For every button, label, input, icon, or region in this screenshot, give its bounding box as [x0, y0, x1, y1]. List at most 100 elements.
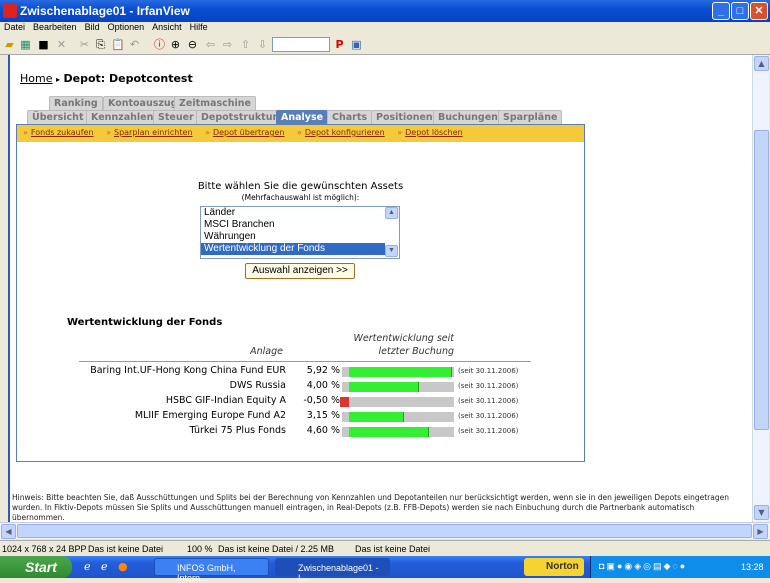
first-icon[interactable]: ⇧ [239, 38, 252, 51]
quicklaunch-firefox-icon[interactable]: ● [118, 560, 128, 573]
performance-bar-track [342, 412, 454, 422]
status-zoom: 100 % [187, 544, 213, 554]
scroll-thumb[interactable] [754, 130, 769, 430]
since-date: (seit 30.11.2006) [458, 412, 519, 420]
save-icon[interactable]: ■ [37, 38, 50, 51]
image-view: Home ▸ Depot: Depotcontest Ranking Konto… [8, 55, 752, 522]
tab-buchungen[interactable]: Buchungen [433, 110, 503, 124]
open-icon[interactable]: ▰ [3, 38, 16, 51]
tab-steuer[interactable]: Steuer [153, 110, 199, 124]
action-bar: » Fonds zukaufen » Sparplan einrichten » De… [17, 125, 584, 142]
menu-bearbeiten[interactable]: Bearbeiten [33, 22, 77, 32]
fund-performance: 5,92 % [306, 365, 340, 376]
since-date: (seit 30.11.2006) [458, 427, 519, 435]
asset-listbox[interactable]: Länder MSCI Branchen Währungen Wertentwi… [200, 206, 400, 259]
zoom-in-icon[interactable]: ⊕ [169, 38, 182, 51]
asset-prompt: Bitte wählen Sie die gewünschten Assets [197, 181, 404, 192]
performance-bar [349, 412, 404, 422]
quicklaunch-ie2-icon[interactable]: ℯ [101, 560, 108, 573]
show-selection-button[interactable]: Auswahl anzeigen >> [245, 263, 355, 279]
toolbar: ▰ ▦ ■ ✕ ✂ ⎘ 📋 ↶ ⓘ ⊕ ⊖ ⇦ ⇨ ⇧ ⇩ P ▣ [0, 34, 770, 55]
maximize-button[interactable]: □ [731, 2, 749, 20]
list-option[interactable]: Länder [201, 207, 399, 219]
tab-sparplaene[interactable]: Sparpläne [498, 110, 563, 124]
list-option-selected[interactable]: Wertentwicklung der Fonds [201, 243, 385, 255]
scroll-down-icon[interactable]: ▼ [385, 245, 398, 257]
scroll-left-icon[interactable]: ◀ [1, 524, 16, 539]
fund-name: Baring Int.UF-Hong Kong China Fund EUR [90, 365, 286, 376]
table-row: MLIIF Emerging Europe Fund A2 3,15 % (se… [17, 410, 584, 425]
menu-bar: Datei Bearbeiten Bild Optionen Ansicht Hilfe [0, 22, 770, 34]
capture-icon[interactable]: ▣ [350, 38, 363, 51]
scroll-up-icon[interactable]: ▲ [385, 207, 398, 219]
fund-name: DWS Russia [229, 380, 286, 391]
cut-icon[interactable]: ✂ [78, 38, 91, 51]
menu-ansicht[interactable]: Ansicht [152, 22, 182, 32]
status-file-size: Das ist keine Datei / 2.25 MB [218, 544, 335, 554]
task-irfanview[interactable]: Zwischenablage01 - I... [275, 558, 390, 583]
next-icon[interactable]: ⇨ [221, 38, 234, 51]
scroll-up-icon[interactable]: ▲ [754, 56, 769, 71]
fund-name: Türkei 75 Plus Fonds [189, 425, 287, 436]
scroll-thumb[interactable] [17, 524, 752, 538]
horizontal-scrollbar[interactable]: ◀ ▶ [0, 522, 770, 539]
table-row: HSBC GIF-Indian Equity A -0,50 % (seit 3… [17, 395, 584, 410]
menu-optionen[interactable]: Optionen [108, 22, 145, 32]
action-sparplan-einrichten[interactable]: Sparplan einrichten [114, 128, 193, 137]
action-depot-uebertragen[interactable]: Depot übertragen [213, 128, 285, 137]
delete-icon[interactable]: ✕ [55, 38, 68, 51]
prev-icon[interactable]: ⇦ [204, 38, 217, 51]
performance-bar [349, 382, 419, 392]
start-button[interactable]: Start [0, 556, 72, 578]
last-icon[interactable]: ⇩ [256, 38, 269, 51]
tab-depotstruktur[interactable]: Depotstruktur [196, 110, 283, 124]
status-dimensions: 1024 x 768 x 24 BPP [2, 544, 87, 554]
tab-positionen[interactable]: Positionen [371, 110, 438, 124]
list-option[interactable]: MSCI Branchen [201, 219, 399, 231]
fund-performance: 4,60 % [306, 425, 340, 436]
vertical-scrollbar[interactable]: ▲ ▼ [752, 55, 769, 522]
tab-kennzahlen[interactable]: Kennzahlen [86, 110, 159, 124]
task-firefox[interactable]: INFOS GmbH, Intern... [154, 558, 269, 583]
asset-prompt-hint: (Mehrfachauswahl ist möglich): [241, 193, 360, 202]
info-icon[interactable]: ⓘ [153, 38, 166, 51]
tab-uebersicht[interactable]: Übersicht [27, 110, 89, 124]
listbox-scrollbar[interactable]: ▲ ▼ [385, 207, 399, 257]
action-depot-loeschen[interactable]: Depot löschen [405, 128, 462, 137]
tab-charts[interactable]: Charts [327, 110, 373, 124]
tab-kontoauszug[interactable]: Kontoauszug [103, 96, 183, 110]
toolbar-input[interactable] [272, 37, 330, 52]
copy-icon[interactable]: ⎘ [94, 38, 107, 51]
menu-hilfe[interactable]: Hilfe [190, 22, 208, 32]
menu-bild[interactable]: Bild [85, 22, 100, 32]
breadcrumb-home[interactable]: Home [20, 72, 52, 85]
notice-text: Hinweis: Bitte beachten Sie, daß Ausschü… [12, 493, 729, 522]
list-option[interactable]: Währungen [201, 231, 399, 243]
minimize-button[interactable]: _ [712, 2, 730, 20]
tab-ranking[interactable]: Ranking [49, 96, 103, 110]
performance-bar [349, 427, 430, 437]
action-fonds-zukaufen[interactable]: Fonds zukaufen [31, 128, 94, 137]
zoom-out-icon[interactable]: ⊖ [186, 38, 199, 51]
paste-icon[interactable]: 📋 [111, 38, 125, 51]
performance-bar [340, 397, 349, 407]
slideshow-icon[interactable]: ▦ [19, 38, 32, 51]
quicklaunch-ie-icon[interactable]: ℯ [84, 560, 91, 573]
menu-datei[interactable]: Datei [4, 22, 25, 32]
fund-performance: 3,15 % [306, 410, 340, 421]
table-row: DWS Russia 4,00 % (seit 30.11.2006) [17, 380, 584, 395]
scroll-down-icon[interactable]: ▼ [754, 505, 769, 520]
fund-performance: -0,50 % [303, 395, 340, 406]
scroll-right-icon[interactable]: ▶ [753, 524, 768, 539]
col-perf-header-2: letzter Buchung [378, 346, 454, 357]
col-asset-header: Anlage [250, 346, 283, 357]
tray-icons[interactable]: ◘▣●◉◈◎▤◆◌● [599, 561, 687, 572]
undo-icon[interactable]: ↶ [128, 38, 141, 51]
norton-button[interactable]: Norton [524, 558, 584, 576]
since-date: (seit 30.11.2006) [458, 397, 519, 405]
tab-analyse[interactable]: Analyse [276, 110, 329, 124]
action-depot-konfigurieren[interactable]: Depot konfigurieren [305, 128, 385, 137]
tab-zeitmaschine[interactable]: Zeitmaschine [174, 96, 256, 110]
close-button[interactable]: ✕ [750, 2, 768, 20]
paint-icon[interactable]: P [333, 38, 346, 51]
